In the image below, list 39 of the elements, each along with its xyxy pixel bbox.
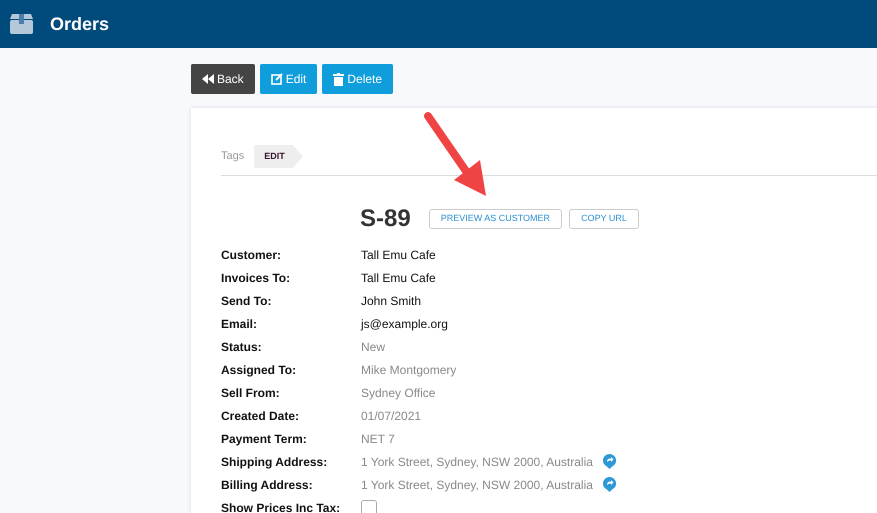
box-icon [10, 14, 33, 34]
tag-chip[interactable]: EDIT [254, 145, 303, 168]
field-label: Email: [221, 316, 258, 332]
back-button[interactable]: Back [191, 64, 255, 94]
delete-button[interactable]: Delete [322, 64, 394, 94]
field-value: 01/07/2021 [361, 408, 422, 424]
field-value: NET 7 [361, 430, 395, 448]
page-title: Orders [50, 12, 110, 36]
trash-icon [333, 72, 344, 86]
field-label: Payment Term: [221, 430, 308, 448]
field-label: Customer: [221, 246, 282, 264]
field-value: Tall Emu Cafe [361, 270, 436, 286]
outline-button[interactable]: COPY URL [569, 209, 639, 229]
field-label: Shipping Address: [221, 454, 328, 470]
field-label: Assigned To: [221, 362, 298, 378]
field-value: New [361, 338, 386, 356]
map-marker-icon[interactable] [602, 477, 616, 492]
field-value: 1 York Street, Sydney, NSW 2000, Australia [361, 454, 593, 470]
edit-button[interactable]: Edit [260, 64, 318, 94]
field-label: Send To: [221, 292, 272, 310]
field-label: Invoices To: [221, 270, 292, 286]
edit-icon [270, 73, 283, 85]
tags-label: Tags [221, 149, 244, 164]
order-number: S-89 [360, 204, 411, 234]
field-label: Created Date: [221, 408, 300, 424]
field-label: Show Prices Inc Tax: [221, 500, 342, 513]
checkbox[interactable] [361, 500, 377, 513]
outline-button[interactable]: PREVIEW AS CUSTOMER [428, 209, 562, 229]
field-value: js@example.org [361, 316, 448, 332]
field-value: Mike Montgomery [361, 362, 456, 378]
field-value: Tall Emu Cafe [361, 246, 436, 264]
rewind-icon [202, 74, 214, 84]
map-marker-icon[interactable] [602, 454, 616, 469]
field-value: Sydney Office [361, 384, 436, 402]
field-label: Sell From: [221, 384, 281, 402]
field-value: John Smith [361, 292, 422, 310]
field-label: Status: [221, 338, 263, 356]
field-label: Billing Address: [221, 476, 314, 494]
field-value: 1 York Street, Sydney, NSW 2000, Australia [361, 476, 593, 494]
